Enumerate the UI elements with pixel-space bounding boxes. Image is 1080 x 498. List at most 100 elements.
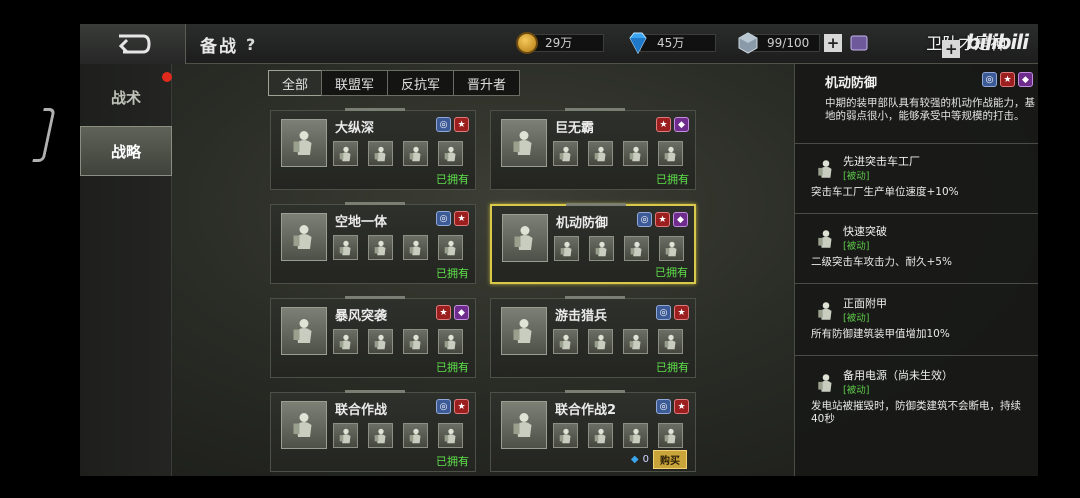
alliance-faction-icon: ◎: [637, 212, 652, 227]
card-name: 空地一体: [335, 215, 388, 230]
soviet-faction-icon: ★: [454, 117, 469, 132]
add-supply-button[interactable]: +: [824, 34, 842, 52]
perk-slot: [368, 329, 393, 354]
diamond-value: 45万: [640, 34, 716, 52]
perk-icon: [409, 334, 420, 349]
alliance-faction-icon: ◎: [656, 399, 671, 414]
ticket-icon: [850, 35, 868, 51]
filter-empire[interactable]: 晋升者: [453, 70, 521, 96]
strategy-card[interactable]: 联合作战2 ◎ ★ ◆ 0 购买: [490, 390, 696, 472]
diamond-icon: [629, 32, 647, 54]
help-button[interactable]: ?: [246, 35, 255, 54]
perk-slot: [368, 235, 393, 260]
card-perk-slots: [553, 141, 683, 166]
card-faction-badges: ◎ ★: [436, 117, 469, 132]
perk-row: 备用电源（尚未生效） [被动] 发电站被摧毁时，防御类建筑不会断电，持续40秒: [795, 358, 1038, 428]
card-notch: [565, 390, 625, 393]
card-notch: [565, 296, 625, 299]
perk-slot: [589, 236, 614, 261]
perk-slot: [658, 329, 683, 354]
card-notch: [345, 390, 405, 393]
card-perk-slots: [553, 329, 683, 354]
card-price: ◆ 0 购买: [631, 450, 687, 469]
perk-icon: [594, 146, 605, 161]
strategy-card[interactable]: 巨无霸 ★ ◆ 已拥有: [490, 108, 696, 190]
strategy-card[interactable]: 大纵深 ◎ ★ 已拥有: [270, 108, 476, 190]
filter-alliance[interactable]: 联盟军: [321, 70, 389, 96]
filter-all[interactable]: 全部: [268, 70, 323, 96]
strategy-card[interactable]: 空地一体 ◎ ★ 已拥有: [270, 202, 476, 284]
card-faction-badges: ◎ ★: [436, 399, 469, 414]
perk-slot: [403, 141, 428, 166]
perk-slot: [553, 329, 578, 354]
card-notch: [345, 108, 405, 111]
buy-button[interactable]: 购买: [653, 450, 687, 469]
perk-slot: [403, 235, 428, 260]
card-portrait: [501, 307, 547, 355]
perk-slot: [659, 236, 684, 261]
price-value: 0: [642, 454, 649, 465]
strategy-card[interactable]: 暴风突袭 ★ ◆ 已拥有: [270, 296, 476, 378]
perk-icon: [664, 428, 675, 443]
detail-panel: 机动防御 ◎ ★ ◆ 中期的装甲部队具有较强的机动作战能力，基地的弱点很小，能够承受…: [794, 64, 1038, 476]
perk-tag: [被动]: [843, 241, 870, 252]
ticket-resource: [848, 32, 872, 54]
add-ticket-button[interactable]: +: [942, 40, 961, 58]
perk-icon: [409, 240, 420, 255]
tab-tactics[interactable]: 战术: [80, 72, 172, 122]
perk-icon: [818, 302, 832, 320]
strategy-card[interactable]: 联合作战 ◎ ★ 已拥有: [270, 390, 476, 472]
perk-slot: [368, 141, 393, 166]
strategy-card[interactable]: 游击猎兵 ◎ ★ 已拥有: [490, 296, 696, 378]
strategy-card[interactable]: 机动防御 ◎ ★ ◆ 已拥有: [490, 203, 696, 284]
soviet-faction-icon: ★: [656, 117, 671, 132]
card-perk-slots: [333, 141, 463, 166]
perk-slot: [403, 423, 428, 448]
alliance-faction-icon: ◎: [982, 72, 997, 87]
perk-slot: [553, 423, 578, 448]
perk-slot: [333, 235, 358, 260]
perk-icon: [444, 240, 455, 255]
perk-icon: [594, 428, 605, 443]
perk-slot: [333, 329, 358, 354]
card-name: 联合作战: [335, 403, 388, 418]
faction-filter: 全部 联盟军 反抗军 晋升者: [268, 70, 521, 96]
perk-slot: [438, 423, 463, 448]
empire-faction-icon: ◆: [1018, 72, 1033, 87]
detail-header: 机动防御 ◎ ★ ◆ 中期的装甲部队具有较强的机动作战能力，基地的弱点很小，能够承受…: [795, 64, 1038, 144]
detail-description: 中期的装甲部队具有较强的机动作战能力，基地的弱点很小，能够承受中等规模的打击。: [825, 97, 1035, 122]
filter-soviet[interactable]: 反抗军: [387, 70, 455, 96]
perk-slot: [438, 235, 463, 260]
supply-value: 99/100: [750, 34, 820, 52]
perk-icon: [665, 241, 676, 256]
empire-faction-icon: ◆: [673, 212, 688, 227]
card-name: 联合作战2: [555, 403, 617, 418]
owned-status: 已拥有: [656, 173, 689, 186]
perk-icon: [409, 428, 420, 443]
diamond-resource: 45万: [626, 32, 716, 54]
card-faction-badges: ◎ ★ ◆: [637, 212, 688, 227]
empire-faction-icon: ◆: [454, 305, 469, 320]
perk-icon: [559, 146, 570, 161]
perk-slot: [588, 423, 613, 448]
card-notch: [345, 202, 405, 205]
card-name: 大纵深: [335, 121, 375, 136]
perk-row: 先进突击车工厂 [被动] 突击车工厂生产单位速度+10%: [795, 144, 1038, 214]
perk-slot: [623, 141, 648, 166]
back-button[interactable]: [80, 24, 186, 64]
card-perk-slots: [333, 235, 463, 260]
soviet-faction-icon: ★: [674, 399, 689, 414]
perk-slot: [333, 423, 358, 448]
alliance-faction-icon: ◎: [436, 211, 451, 226]
alliance-faction-icon: ◎: [436, 399, 451, 414]
owned-status: 已拥有: [436, 455, 469, 468]
card-name: 游击猎兵: [555, 309, 608, 324]
card-faction-badges: ★ ◆: [436, 305, 469, 320]
card-portrait: [501, 401, 547, 449]
perk-tag: [被动]: [843, 171, 870, 182]
tab-strategy[interactable]: 战略: [80, 126, 172, 176]
owned-status: 已拥有: [436, 361, 469, 374]
card-faction-badges: ◎ ★: [436, 211, 469, 226]
card-portrait: [281, 119, 327, 167]
card-name: 暴风突袭: [335, 309, 388, 324]
